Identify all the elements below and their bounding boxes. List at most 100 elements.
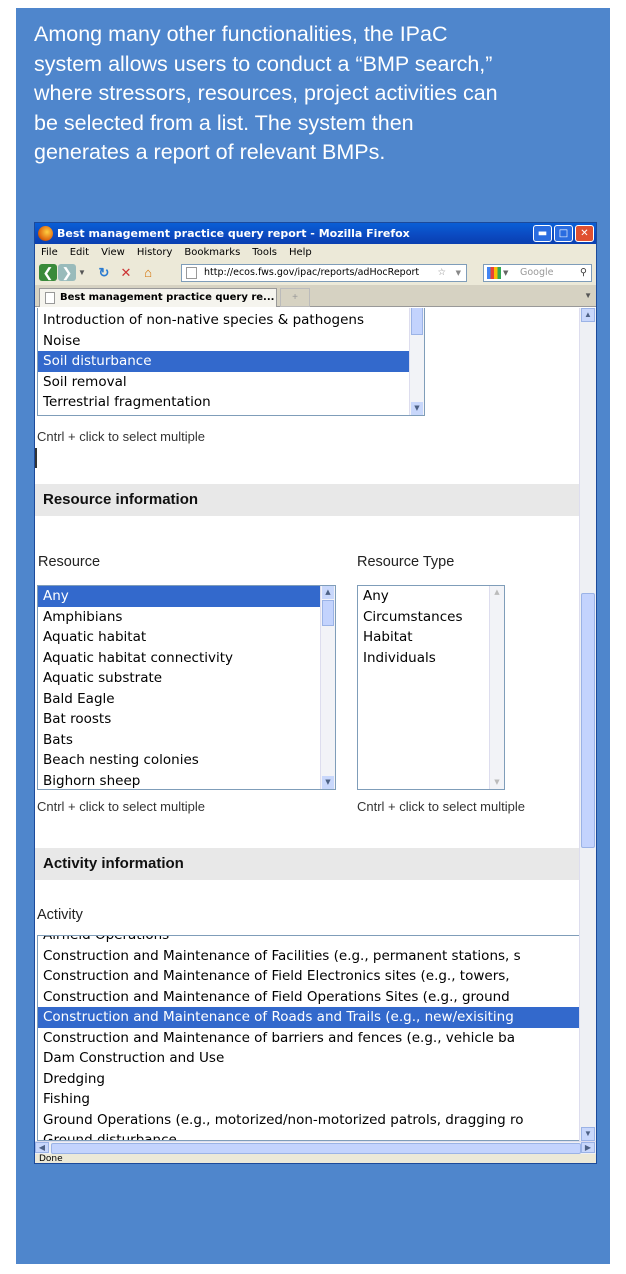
list-item[interactable]: Ground disturbance (38, 1130, 592, 1140)
list-item[interactable]: Construction and Maintenance of Faciliti… (38, 946, 592, 967)
scroll-down-arrow-icon[interactable]: ▼ (411, 402, 423, 415)
url-dropdown-icon[interactable]: ▼ (456, 265, 461, 281)
search-box[interactable]: ▼ Google ⚲ (483, 264, 592, 282)
menu-bookmarks[interactable]: Bookmarks (184, 247, 240, 258)
scroll-thumb[interactable] (411, 308, 423, 335)
list-item[interactable]: Circumstances (358, 607, 504, 628)
list-item[interactable]: Soil removal (38, 372, 424, 393)
maximize-button[interactable]: □ (554, 225, 573, 242)
menu-history[interactable]: History (137, 247, 173, 258)
forward-icon[interactable]: ❯ (58, 264, 76, 281)
resource-type-label: Resource Type (357, 554, 455, 570)
list-item[interactable]: Noise (38, 331, 424, 352)
close-button[interactable]: ✕ (575, 225, 594, 242)
list-item[interactable]: Bats (38, 730, 335, 751)
list-item[interactable]: Ground Operations (e.g., motorized/non-m… (38, 1110, 592, 1131)
resource-type-scrollbar[interactable]: ▲ ▼ (489, 586, 504, 789)
list-item[interactable]: Beach nesting colonies (38, 750, 335, 771)
page-vertical-scrollbar[interactable]: ▲ ▼ (579, 308, 596, 1141)
list-item[interactable]: Construction and Maintenance of Field El… (38, 966, 592, 987)
page-horizontal-scrollbar[interactable]: ◀ ▶ (35, 1141, 596, 1154)
resource-type-list[interactable]: Any Circumstances Habitat Individuals ▲ … (357, 585, 505, 790)
list-item[interactable]: Bald Eagle (38, 689, 335, 710)
list-item[interactable]: Construction and Maintenance of Roads an… (38, 1007, 592, 1028)
scroll-left-arrow-icon[interactable]: ◀ (35, 1142, 49, 1153)
scroll-right-arrow-icon[interactable]: ▶ (581, 1142, 595, 1153)
list-item[interactable]: Fishing (38, 1089, 592, 1110)
scroll-thumb[interactable] (51, 1143, 581, 1154)
list-item[interactable]: Amphibians (38, 607, 335, 628)
back-icon[interactable]: ❮ (39, 264, 57, 281)
menu-tools[interactable]: Tools (252, 247, 277, 258)
list-item[interactable]: Introduction of non-native species & pat… (38, 310, 424, 331)
list-item[interactable]: Dam Construction and Use (38, 1048, 592, 1069)
list-item[interactable]: Terrestrial fragmentation (38, 392, 424, 413)
list-item[interactable]: Habitat (358, 627, 504, 648)
list-item[interactable]: Bat roosts (38, 709, 335, 730)
scroll-down-arrow-icon[interactable]: ▼ (581, 1127, 595, 1141)
list-item[interactable]: Aquatic habitat connectivity (38, 648, 335, 669)
caption-line: system allows users to conduct a “BMP se… (34, 51, 493, 76)
list-item[interactable]: Aquatic habitat (38, 627, 335, 648)
home-icon[interactable]: ⌂ (139, 264, 157, 281)
resource-label: Resource (38, 554, 101, 570)
search-icon[interactable]: ⚲ (580, 265, 587, 281)
menu-help[interactable]: Help (289, 247, 312, 258)
list-item[interactable]: Dredging (38, 1069, 592, 1090)
resource-type-hint: Cntrl + click to select multiple (357, 799, 525, 814)
section-heading-resource: Resource information (35, 484, 579, 516)
resource-hint: Cntrl + click to select multiple (37, 799, 205, 814)
page-icon (186, 267, 197, 279)
tab-label: Best management practice query re... (60, 292, 275, 303)
list-item[interactable]: Bighorn sheep (38, 771, 335, 790)
navigation-toolbar: ❮ ❯ ▼ ↻ ✕ ⌂ http://ecos.fws.gov/ipac/rep… (35, 261, 596, 285)
activity-label: Activity (37, 907, 83, 923)
resource-list[interactable]: Any Amphibians Aquatic habitat Aquatic h… (37, 585, 336, 790)
scroll-down-arrow-icon[interactable]: ▼ (322, 776, 334, 789)
tab-bmp-report[interactable]: Best management practice query re... (39, 288, 277, 307)
page-content: Introduction of non-native species & pat… (35, 308, 596, 1141)
url-text: http://ecos.fws.gov/ipac/reports/adHocRe… (204, 267, 420, 278)
stop-icon[interactable]: ✕ (117, 264, 135, 281)
tab-list-icon[interactable]: ▼ (584, 291, 592, 300)
title-bar[interactable]: Best management practice query report - … (35, 223, 596, 244)
firefox-icon (38, 226, 53, 241)
minimize-button[interactable]: ▬ (533, 225, 552, 242)
activity-list[interactable]: Airfield Operations Construction and Mai… (37, 935, 592, 1141)
bookmark-star-icon[interactable]: ☆ (437, 265, 446, 281)
list-item[interactable]: Construction and Maintenance of Field Op… (38, 987, 592, 1008)
url-bar[interactable]: http://ecos.fws.gov/ipac/reports/adHocRe… (181, 264, 467, 282)
caption-line: be selected from a list. The system then (34, 110, 414, 135)
google-icon[interactable] (487, 267, 501, 279)
list-item[interactable]: Aquatic substrate (38, 668, 335, 689)
scroll-thumb[interactable] (322, 600, 334, 626)
menu-view[interactable]: View (101, 247, 125, 258)
menu-file[interactable]: File (41, 247, 58, 258)
list-item[interactable]: Soil disturbance (38, 351, 424, 372)
stressor-scrollbar[interactable]: ▼ (409, 308, 424, 415)
new-tab-button[interactable]: + (280, 288, 310, 307)
scroll-down-arrow-icon: ▼ (494, 778, 500, 786)
list-item[interactable]: Airfield Operations (38, 936, 592, 946)
list-item[interactable]: Individuals (358, 648, 504, 669)
stressor-list[interactable]: Introduction of non-native species & pat… (37, 308, 425, 416)
scroll-up-arrow-icon[interactable]: ▲ (322, 586, 334, 599)
engine-dropdown-icon[interactable]: ▼ (503, 265, 508, 281)
scroll-up-arrow-icon[interactable]: ▲ (581, 308, 595, 322)
page-icon (45, 292, 55, 304)
list-item[interactable]: Any (38, 586, 335, 607)
stressor-hint: Cntrl + click to select multiple (37, 429, 205, 444)
text-caret (35, 448, 37, 468)
caption-line: where stressors, resources, project acti… (34, 81, 498, 105)
scroll-thumb[interactable] (581, 593, 595, 848)
history-dropdown-icon[interactable]: ▼ (77, 264, 87, 281)
caption-text: Among many other functionalities, the IP… (34, 20, 600, 168)
caption-line: generates a report of relevant BMPs. (34, 140, 386, 164)
menu-edit[interactable]: Edit (70, 247, 89, 258)
search-placeholder: Google (520, 267, 554, 278)
list-item[interactable]: Any (358, 586, 504, 607)
resource-scrollbar[interactable]: ▲ ▼ (320, 586, 335, 789)
status-bar: Done (35, 1154, 596, 1163)
list-item[interactable]: Construction and Maintenance of barriers… (38, 1028, 592, 1049)
reload-icon[interactable]: ↻ (95, 264, 113, 281)
